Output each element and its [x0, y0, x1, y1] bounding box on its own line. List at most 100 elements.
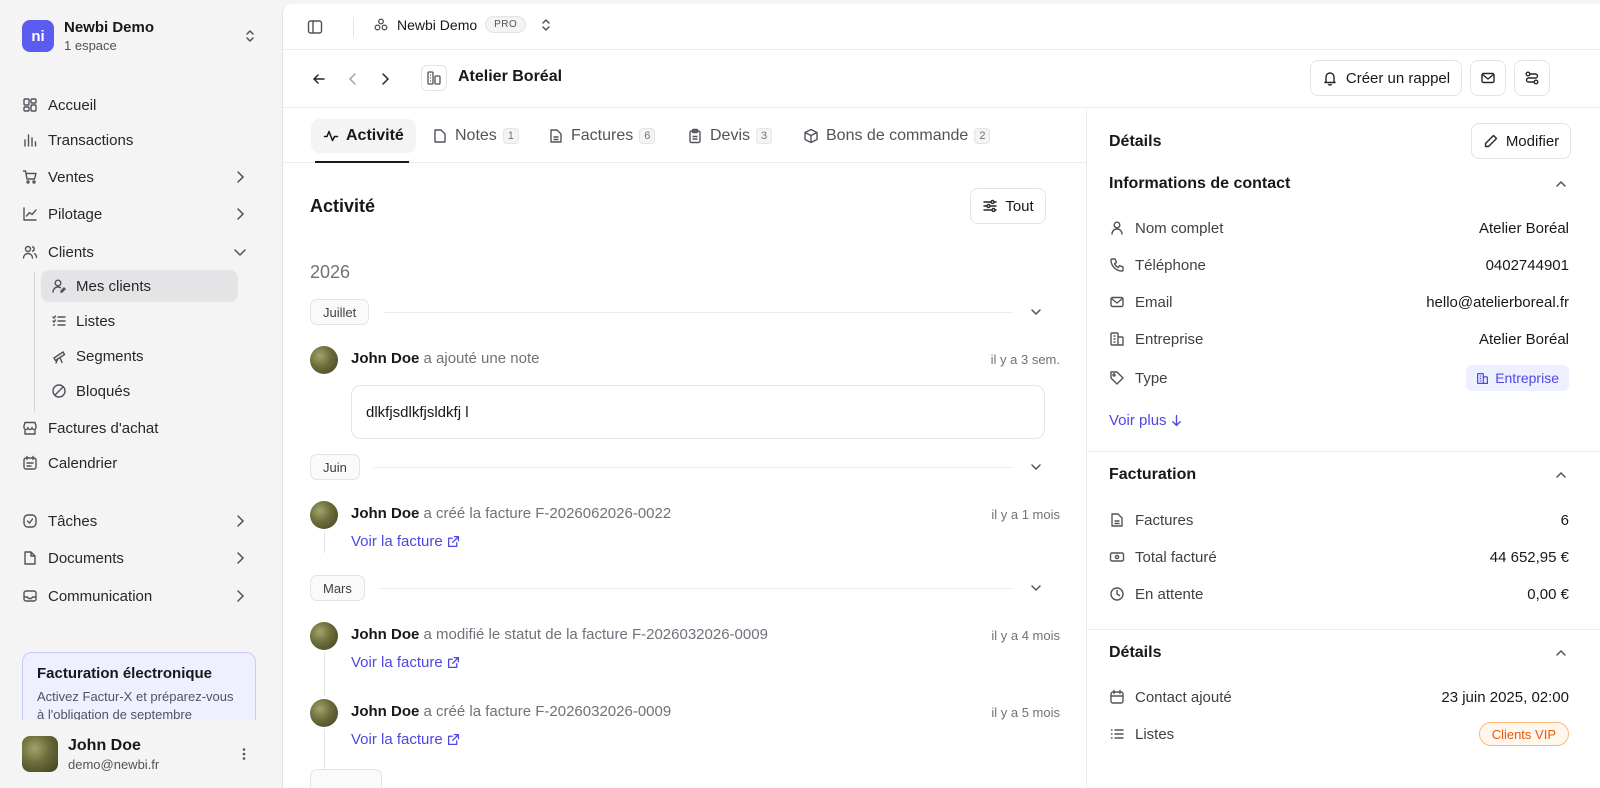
filter-sliders-icon [982, 198, 998, 214]
section-divider [1087, 451, 1600, 452]
back-arrow-icon[interactable] [311, 71, 327, 87]
details-title: Détails [1109, 133, 1162, 150]
row-value: Atelier Boréal [1478, 219, 1569, 237]
cart-icon [22, 169, 38, 185]
chevron-right-icon [232, 206, 248, 222]
view-invoice-link[interactable]: Voir la facture [351, 731, 460, 748]
nav-item-segments[interactable]: Segments [41, 340, 238, 372]
main-content: Newbi Demo PRO Atelier Boréal Créer un r… [282, 4, 1600, 788]
chevron-down-icon[interactable] [1028, 304, 1044, 320]
section-divider [1087, 629, 1600, 630]
activity-filter-button[interactable]: Tout [970, 188, 1046, 224]
list-badge[interactable]: Clients VIP [1478, 722, 1569, 746]
user-edit-icon [51, 278, 67, 294]
nav-label: Mes clients [76, 277, 152, 295]
show-more-link[interactable]: Voir plus [1109, 412, 1183, 429]
timeline-line [324, 531, 325, 553]
create-reminder-button[interactable]: Créer un rappel [1310, 60, 1462, 96]
store-icon [22, 420, 38, 436]
nav-item-communication[interactable]: Communication [22, 580, 266, 612]
tab-devis[interactable]: Devis 3 [687, 119, 773, 153]
chevron-up-icon[interactable] [1553, 645, 1569, 661]
promo-title: Facturation électronique [37, 665, 213, 682]
calendar-icon [1109, 689, 1125, 705]
activity-year: 2026 [310, 262, 351, 282]
billing-section-title: Facturation [1109, 466, 1197, 483]
month-group-juillet[interactable]: Juillet [310, 299, 370, 325]
nav-item-transactions[interactable]: Transactions [22, 124, 266, 156]
month-label: Juin [323, 459, 347, 475]
email-button[interactable] [1470, 60, 1506, 96]
tab-count: 6 [639, 128, 656, 144]
chevron-right-icon [232, 588, 248, 604]
nav-item-ventes[interactable]: Ventes [22, 161, 266, 193]
contact-row-phone: Téléphone 0402744901 [1109, 253, 1569, 277]
nav-item-calendrier[interactable]: Calendrier [22, 447, 266, 479]
activity-user-avatar [310, 346, 338, 374]
create-reminder-label: Créer un rappel [1345, 69, 1451, 87]
tab-label: Activité [346, 127, 404, 144]
note-icon [432, 128, 448, 144]
nav-item-listes[interactable]: Listes [41, 305, 238, 337]
user-menu[interactable]: John Doe demo@newbi.fr [0, 720, 282, 788]
workspace-icon [373, 17, 389, 33]
edit-button[interactable]: Modifier [1471, 123, 1571, 159]
chevron-up-icon[interactable] [1553, 467, 1569, 483]
tab-activite[interactable]: Activité [311, 119, 416, 153]
next-record-icon[interactable] [377, 71, 393, 87]
package-icon [803, 128, 819, 144]
ban-icon [51, 383, 67, 399]
calendar-icon [22, 455, 38, 471]
view-invoice-link[interactable]: Voir la facture [351, 533, 460, 550]
tab-factures[interactable]: Factures 6 [548, 119, 656, 153]
row-value: 0,00 € [1527, 585, 1569, 603]
inbox-icon [22, 588, 38, 604]
month-group-mars[interactable]: Mars [310, 575, 365, 601]
chevron-up-down-icon [538, 17, 554, 33]
activity-user-avatar [310, 622, 338, 650]
nav-item-documents[interactable]: Documents [22, 542, 266, 574]
workflow-button[interactable] [1514, 60, 1550, 96]
nav-item-factures-achat[interactable]: Factures d'achat [22, 412, 266, 444]
user-name: John Doe [68, 736, 141, 754]
chevron-down-icon[interactable] [1028, 580, 1044, 596]
activity-action: a créé la facture F-2026032026-0009 [423, 703, 672, 720]
activity-action: a créé la facture F-2026062026-0022 [423, 505, 672, 522]
tab-notes[interactable]: Notes 1 [432, 119, 519, 153]
chevron-down-icon[interactable] [1028, 459, 1044, 475]
month-group-juin[interactable]: Juin [310, 454, 360, 480]
month-divider [383, 312, 1013, 313]
timeline-line [324, 652, 325, 696]
more-vertical-icon[interactable] [236, 746, 252, 762]
nav-item-mes-clients[interactable]: Mes clients [41, 270, 238, 302]
workspace-switcher[interactable]: ni Newbi Demo 1 espace [22, 18, 258, 54]
tab-bons-de-commande[interactable]: Bons de commande 2 [803, 119, 991, 153]
plan-badge: PRO [485, 16, 527, 33]
view-invoice-label: Voir la facture [351, 533, 443, 550]
building-icon [1476, 372, 1489, 385]
mail-icon [1480, 70, 1496, 86]
sidebar-toggle-icon[interactable] [307, 19, 323, 35]
tab-count: 1 [502, 128, 519, 144]
activity-user-avatar [310, 699, 338, 727]
chevron-right-icon [232, 169, 248, 185]
chevron-up-icon[interactable] [1553, 176, 1569, 192]
row-value[interactable]: hello@atelierboreal.fr [1426, 294, 1569, 311]
workspace-breadcrumb[interactable]: Newbi Demo PRO [373, 16, 554, 33]
users-icon [22, 244, 38, 260]
nav-item-bloques[interactable]: Bloqués [41, 375, 238, 407]
nav-item-accueil[interactable]: Accueil [22, 89, 266, 121]
nav-item-pilotage[interactable]: Pilotage [22, 198, 266, 230]
view-invoice-link[interactable]: Voir la facture [351, 654, 460, 671]
edit-label: Modifier [1505, 132, 1560, 150]
activity-entry-text: John Doe a ajouté une note [351, 350, 539, 367]
row-value[interactable]: 0402744901 [1486, 257, 1569, 274]
nav-label: Documents [48, 549, 124, 567]
nav-item-taches[interactable]: Tâches [22, 505, 266, 537]
view-invoice-label: Voir la facture [351, 731, 443, 748]
activity-time: il y a 3 sem. [990, 352, 1060, 367]
nav-item-clients[interactable]: Clients [22, 236, 266, 268]
previous-record-icon[interactable] [345, 71, 361, 87]
row-label: En attente [1135, 585, 1204, 603]
type-badge: Entreprise [1466, 365, 1569, 391]
